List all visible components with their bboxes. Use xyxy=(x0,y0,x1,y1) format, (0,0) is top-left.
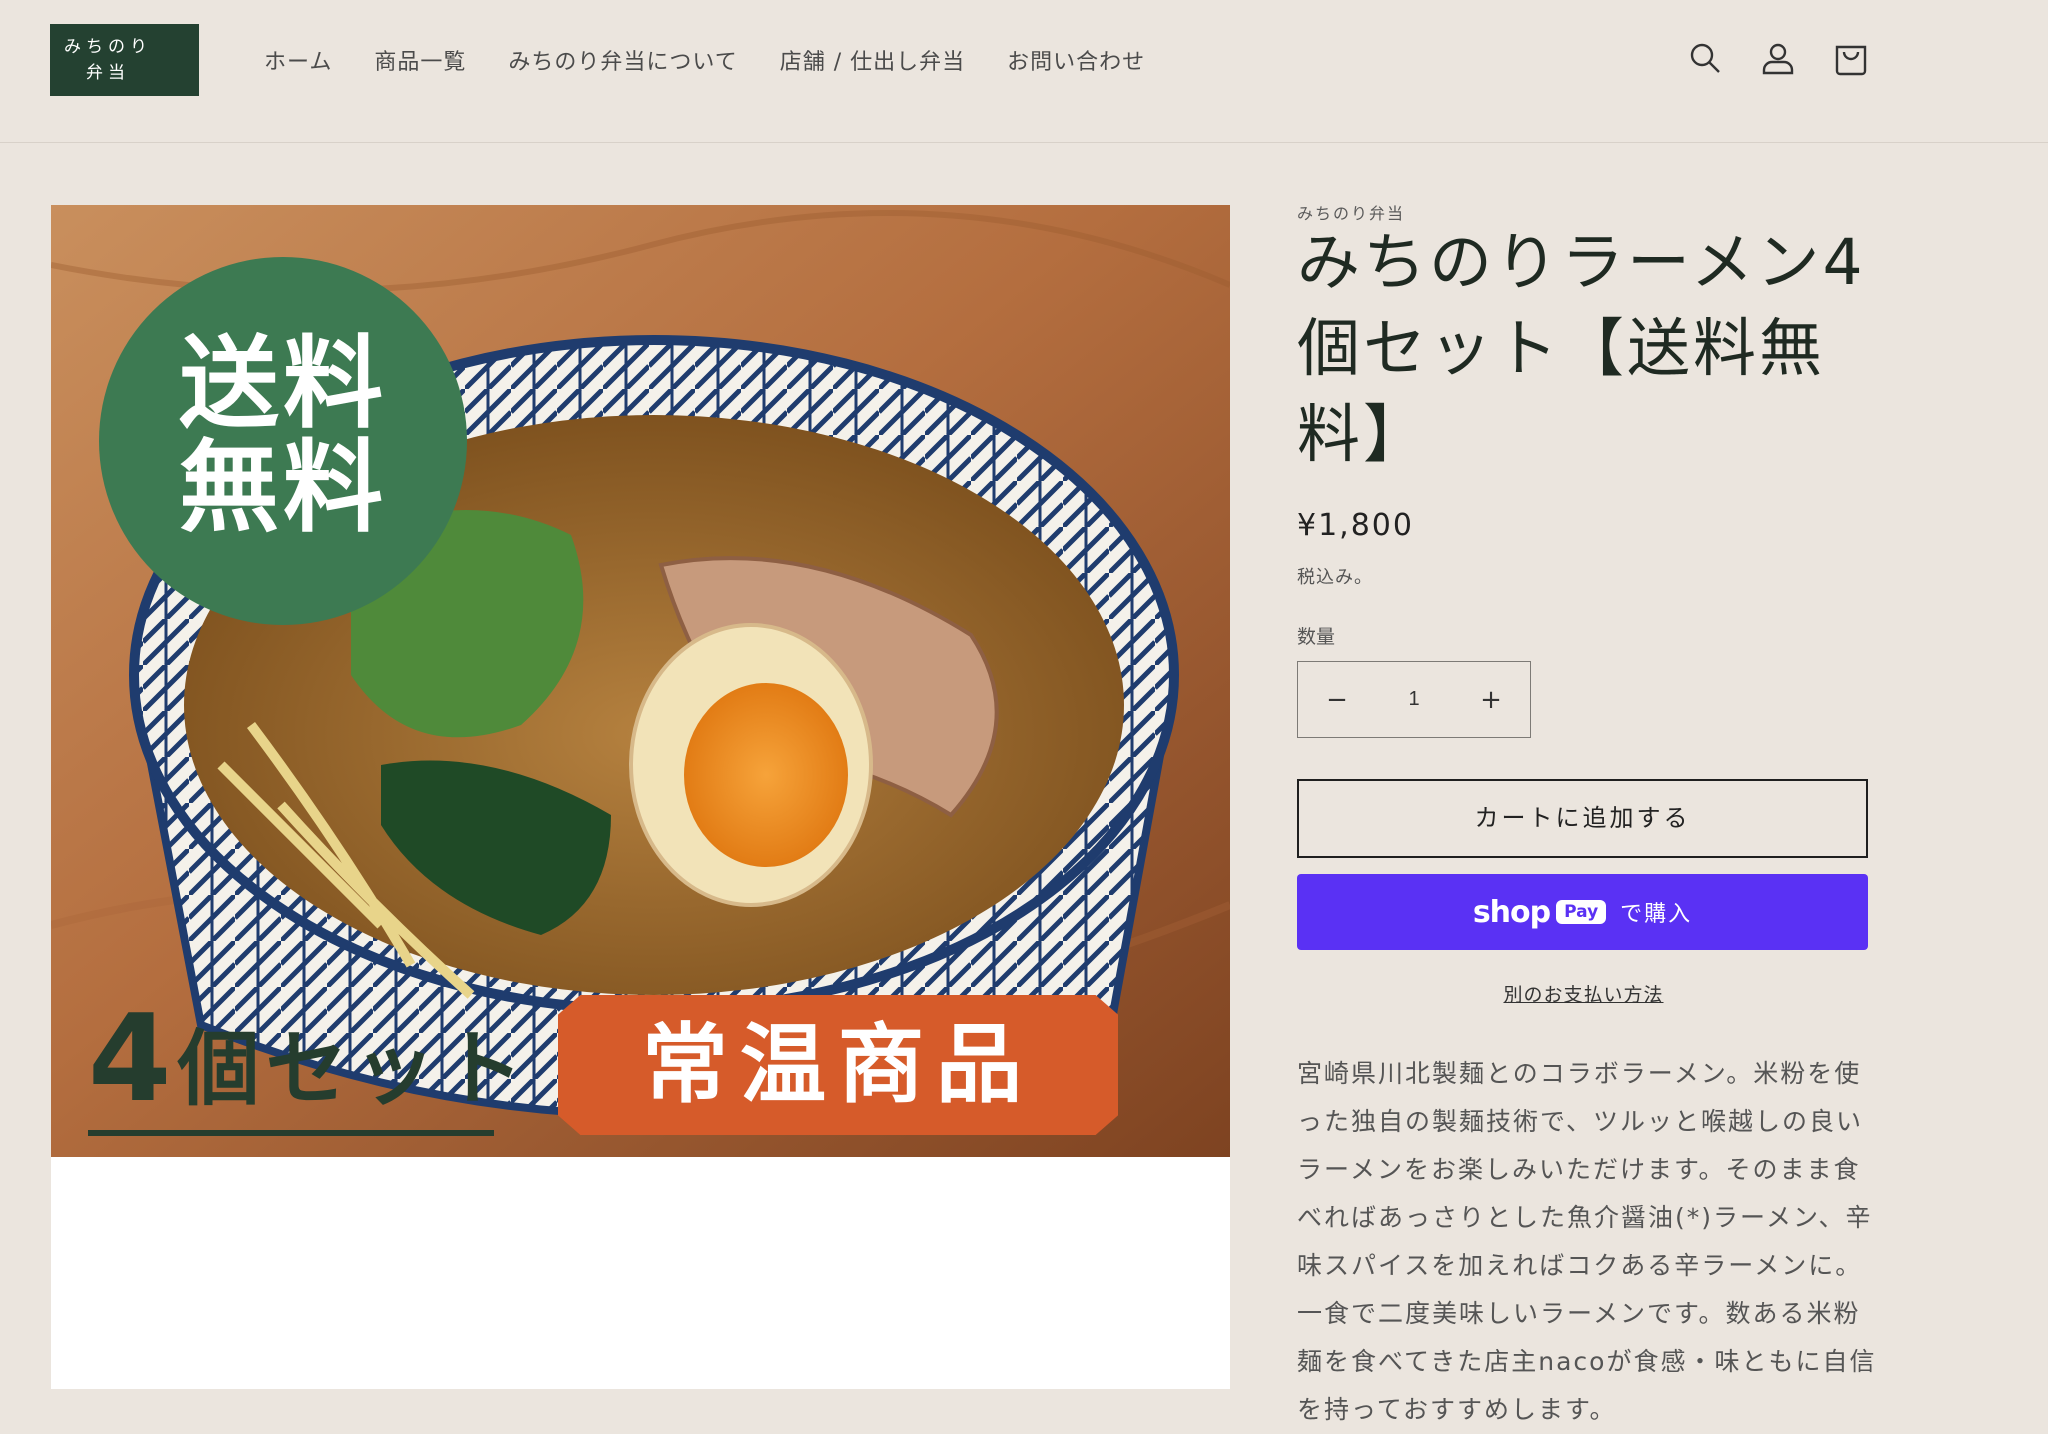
cart-icon[interactable] xyxy=(1833,40,1869,80)
logo-line-1: みちのり xyxy=(64,37,152,57)
nav-about[interactable]: みちのり弁当について xyxy=(508,44,737,75)
main-nav: ホーム 商品一覧 みちのり弁当について 店舗 / 仕出し弁当 お問い合わせ xyxy=(264,44,1187,75)
set-underline xyxy=(88,1130,494,1136)
tax-note: 税込み。 xyxy=(1297,567,1373,588)
quantity-increase-button[interactable]: + xyxy=(1452,685,1530,715)
more-payment-options-link[interactable]: 別のお支払い方法 xyxy=(1298,980,1869,1007)
badge-line-2: 無料 xyxy=(179,429,387,546)
room-temperature-badge: 常温商品 xyxy=(558,995,1118,1135)
nav-stores[interactable]: 店舗 / 仕出し弁当 xyxy=(780,44,965,75)
nav-products[interactable]: 商品一覧 xyxy=(374,44,466,75)
add-to-cart-button[interactable]: カートに追加する xyxy=(1297,779,1868,858)
product-banner xyxy=(51,1157,1230,1389)
set-count-number: 4 xyxy=(88,990,172,1129)
nav-home[interactable]: ホーム xyxy=(264,44,332,75)
shop-pay-logo-text: shop xyxy=(1472,894,1551,930)
product-description: 宮崎県川北製麺とのコラボラーメン。米粉を使った独自の製麺技術で、ツルッと喉越しの… xyxy=(1297,1059,1877,1424)
badge-line-1: 送料 xyxy=(179,325,387,442)
shop-pay-button[interactable]: shop Pay で購入 xyxy=(1297,874,1868,950)
quantity-input[interactable] xyxy=(1376,687,1452,712)
site-logo[interactable]: みちのり 弁当 xyxy=(50,24,199,96)
quantity-decrease-button[interactable]: − xyxy=(1298,685,1376,715)
product-title: みちのりラーメン4個セット【送料無料】 xyxy=(1297,226,1866,471)
site-header: みちのり 弁当 ホーム 商品一覧 みちのり弁当について 店舗 / 仕出し弁当 お… xyxy=(0,0,2048,143)
quantity-label: 数量 xyxy=(1297,626,1336,648)
account-icon[interactable] xyxy=(1760,40,1796,80)
free-shipping-badge: 送料 無料 xyxy=(99,257,467,625)
nav-contact[interactable]: お問い合わせ xyxy=(1007,44,1145,75)
quantity-stepper: − + xyxy=(1297,661,1531,738)
set-count-label: 4個セット xyxy=(88,1000,530,1120)
set-count-text: 個セット xyxy=(177,1022,530,1117)
shop-pay-badge: Pay xyxy=(1556,900,1607,924)
product-image[interactable]: 送料 無料 xyxy=(51,205,1230,1389)
product-price: ¥1,800 xyxy=(1297,508,1414,543)
shop-pay-buy-label: で購入 xyxy=(1620,902,1693,927)
logo-line-2: 弁当 xyxy=(86,63,130,83)
search-icon[interactable] xyxy=(1687,40,1723,80)
